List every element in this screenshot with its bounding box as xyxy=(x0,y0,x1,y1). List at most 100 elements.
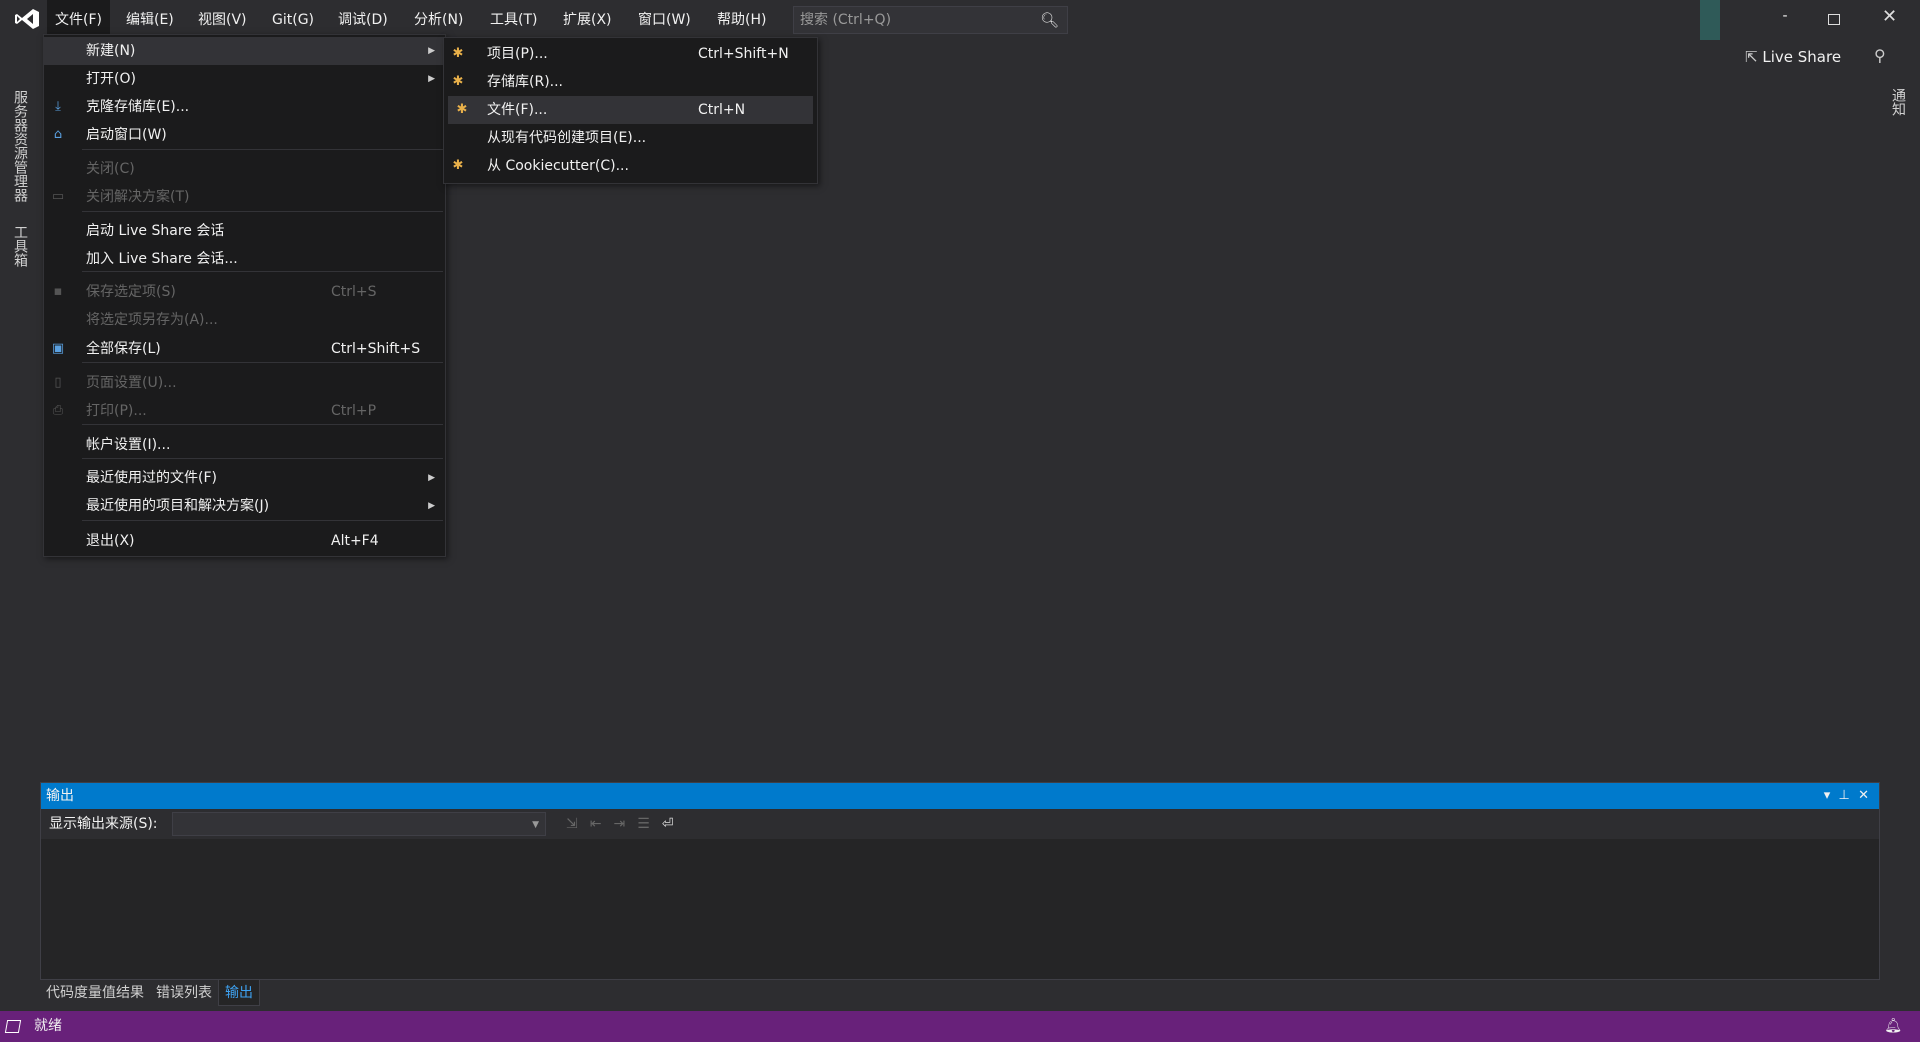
menu-8[interactable]: 窗口(W) xyxy=(630,0,699,34)
menu-6[interactable]: 工具(T) xyxy=(482,0,545,34)
restore-button[interactable] xyxy=(1828,14,1840,25)
menu-item-label: 加入 Live Share 会话... xyxy=(86,251,238,267)
file-menu-item: ▭ 关闭解决方案(T) xyxy=(44,183,445,211)
bottom-tab[interactable]: 错误列表 xyxy=(150,980,218,1006)
menu-item-label: 打开(O) xyxy=(86,71,136,87)
next-message-icon[interactable]: ⇥ xyxy=(613,816,637,832)
file-menu-item[interactable]: ⤓ 克隆存储库(E)... xyxy=(44,93,445,121)
word-wrap-icon[interactable]: ⏎ xyxy=(662,816,686,832)
live-share-label: Live Share xyxy=(1762,48,1842,66)
file-menu-item[interactable]: 打开(O) ▶ xyxy=(44,65,445,93)
menu-item-label: 关闭解决方案(T) xyxy=(86,189,190,205)
menu-separator xyxy=(82,149,443,150)
menu-item-label: 全部保存(L) xyxy=(86,341,161,357)
submenu-arrow-icon: ▶ xyxy=(428,501,435,511)
menu-5[interactable]: 分析(N) xyxy=(406,0,471,34)
menu-item-label: 启动窗口(W) xyxy=(86,127,167,143)
menu-item-label: 关闭(C) xyxy=(86,161,135,177)
submenu-arrow-icon: ▶ xyxy=(428,74,435,84)
bottom-tab[interactable]: 代码度量值结果 xyxy=(40,980,150,1006)
menu-item-label: 从 Cookiecutter(C)... xyxy=(487,158,629,174)
menu-9[interactable]: 帮助(H) xyxy=(709,0,774,34)
status-icon xyxy=(4,1020,22,1033)
toolbox-tab[interactable]: 工具箱 xyxy=(10,225,30,267)
menu-item-label: 克隆存储库(E)... xyxy=(86,99,190,115)
pin-icon[interactable]: ⊥ xyxy=(1839,788,1850,803)
menu-7[interactable]: 扩展(X) xyxy=(555,0,620,34)
start-window-icon: ⌂ xyxy=(53,127,63,142)
new-submenu-item[interactable]: ✱ 文件(F)... Ctrl+N xyxy=(448,96,813,124)
clear-all-icon[interactable]: ☰ xyxy=(637,816,662,832)
save-all-icon: ▣ xyxy=(51,341,65,356)
download-icon: ⤓ xyxy=(55,99,61,114)
menu-separator xyxy=(82,458,443,459)
new-submenu-item[interactable]: 从现有代码创建项目(E)... xyxy=(444,124,817,152)
feedback-icon[interactable]: ⚲ xyxy=(1874,46,1886,65)
new-file-icon: ✱ xyxy=(456,102,468,117)
menu-0[interactable]: 文件(F) xyxy=(47,0,110,34)
file-menu-item[interactable]: ▣ 全部保存(L) Ctrl+Shift+S xyxy=(44,335,445,363)
file-menu-item[interactable]: 加入 Live Share 会话... xyxy=(44,245,445,273)
menu-item-label: 项目(P)... xyxy=(487,46,548,62)
title-decoration xyxy=(1700,0,1720,40)
server-explorer-tab[interactable]: 服务器资源管理器 xyxy=(10,90,30,202)
menu-item-shortcut: Ctrl+Shift+N xyxy=(698,46,789,62)
dropdown-icon[interactable]: ▾ xyxy=(1824,788,1831,803)
chevron-down-icon: ▼ xyxy=(532,820,539,830)
output-source-select[interactable]: ▼ xyxy=(172,812,546,836)
search-icon[interactable]: 🔍︎ xyxy=(1040,7,1059,33)
file-menu-item[interactable]: 最近使用的项目和解决方案(J) ▶ xyxy=(44,492,445,520)
new-submenu-item[interactable]: ✱ 项目(P)... Ctrl+Shift+N xyxy=(444,40,817,68)
search-input[interactable]: 搜索 (Ctrl+Q) 🔍︎ xyxy=(793,6,1068,34)
close-button[interactable]: ✕ xyxy=(1882,6,1897,27)
close-panel-icon[interactable]: ✕ xyxy=(1858,788,1869,803)
file-menu-item[interactable]: 新建(N) ▶ xyxy=(44,37,445,65)
live-share-button[interactable]: ⇱ Live Share xyxy=(1745,48,1841,66)
notification-bell-icon[interactable]: 🔔︎ xyxy=(1884,1011,1902,1042)
menu-separator xyxy=(82,362,443,363)
file-menu: 新建(N) ▶ 打开(O) ▶ ⤓ 克隆存储库(E)... ⌂ 启动窗口(W) 关闭(C) ▭ 关闭… xyxy=(43,34,446,557)
bottom-tabs: 代码度量值结果 错误列表 输出 xyxy=(40,980,260,1006)
menu-item-label: 最近使用的项目和解决方案(J) xyxy=(86,498,270,514)
repository-icon: ✱ xyxy=(452,74,464,89)
go-to-message-icon[interactable]: ⇲ xyxy=(566,816,590,832)
menu-item-shortcut: Ctrl+P xyxy=(331,403,377,419)
file-menu-item[interactable]: 最近使用过的文件(F) ▶ xyxy=(44,464,445,492)
file-menu-item[interactable]: 启动 Live Share 会话 xyxy=(44,217,445,245)
file-menu-item[interactable]: 帐户设置(I)... xyxy=(44,431,445,459)
previous-message-icon[interactable]: ⇤ xyxy=(590,816,614,832)
file-menu-item[interactable]: ⌂ 启动窗口(W) xyxy=(44,121,445,149)
save-icon: ▪ xyxy=(53,284,63,299)
output-title-bar[interactable]: 输出 ▾ ⊥ ✕ xyxy=(41,783,1879,809)
file-menu-item: 关闭(C) xyxy=(44,155,445,183)
output-panel: 输出 ▾ ⊥ ✕ 显示输出来源(S): ▼ ⇲⇤⇥☰⏎ xyxy=(40,782,1880,980)
menu-item-shortcut: Ctrl+N xyxy=(698,102,746,118)
menu-3[interactable]: Git(G) xyxy=(264,0,322,34)
file-menu-item: 将选定项另存为(A)... xyxy=(44,306,445,334)
status-text: 就绪 xyxy=(34,1018,62,1034)
menu-1[interactable]: 编辑(E) xyxy=(118,0,182,34)
bottom-tab[interactable]: 输出 xyxy=(218,980,260,1006)
output-title: 输出 xyxy=(46,788,74,804)
menu-item-label: 从现有代码创建项目(E)... xyxy=(487,130,647,146)
output-toolbar: 显示输出来源(S): ▼ ⇲⇤⇥☰⏎ xyxy=(41,809,1879,839)
minimize-button[interactable]: - xyxy=(1770,8,1800,24)
new-submenu-item[interactable]: ✱ 从 Cookiecutter(C)... xyxy=(444,152,817,180)
file-menu-item: ⎙ 打印(P)... Ctrl+P xyxy=(44,397,445,425)
menu-2[interactable]: 视图(V) xyxy=(190,0,255,34)
menu-item-shortcut: Alt+F4 xyxy=(331,533,379,549)
print-icon: ⎙ xyxy=(52,403,64,418)
notifications-tab[interactable]: 通知 xyxy=(1888,88,1908,116)
new-submenu-item[interactable]: ✱ 存储库(R)... xyxy=(444,68,817,96)
submenu-arrow-icon: ▶ xyxy=(428,473,435,483)
menu-separator xyxy=(82,271,443,272)
file-menu-item: ▪ 保存选定项(S) Ctrl+S xyxy=(44,278,445,306)
menu-item-label: 存储库(R)... xyxy=(487,74,564,90)
menu-4[interactable]: 调试(D) xyxy=(330,0,396,34)
output-source-label: 显示输出来源(S): xyxy=(49,816,158,832)
vs-logo-icon xyxy=(14,8,40,30)
cookiecutter-icon: ✱ xyxy=(452,158,464,173)
menu-item-shortcut: Ctrl+S xyxy=(331,284,377,300)
file-menu-item[interactable]: 退出(X) Alt+F4 xyxy=(44,527,445,555)
menu-item-label: 打印(P)... xyxy=(86,403,147,419)
